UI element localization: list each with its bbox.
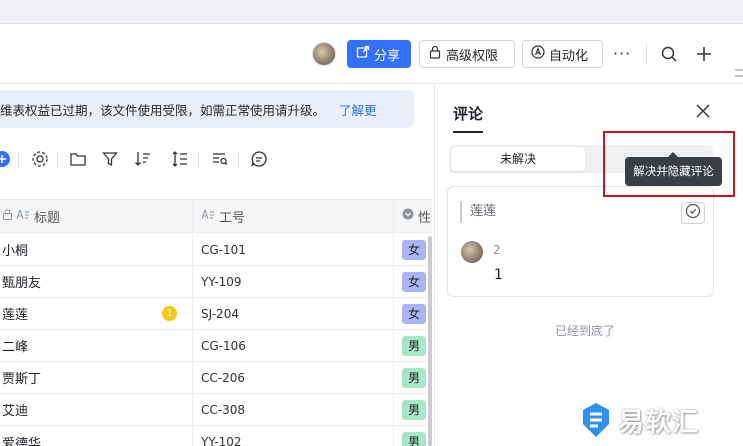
column-header-id[interactable]: 工号 — [193, 200, 394, 232]
check-circle-icon — [685, 203, 701, 223]
settings-icon[interactable] — [30, 149, 50, 169]
column-title-label: 标题 — [34, 210, 61, 226]
comments-panel-title: 评论 — [453, 105, 484, 123]
table-header-row: 标题 工号 性 — [0, 199, 432, 233]
gender-tag: 男 — [402, 432, 426, 446]
user-avatar[interactable] — [312, 42, 336, 66]
find-icon[interactable] — [210, 149, 230, 169]
cell-title[interactable]: 小桐 — [0, 234, 193, 265]
learn-more-link[interactable]: 了解更 — [339, 100, 377, 119]
search-icon[interactable] — [657, 42, 681, 66]
end-of-list-text: 已经到底了 — [554, 324, 615, 338]
commenter-name: 2 — [493, 243, 501, 257]
more-menu-button[interactable]: ··· — [613, 44, 631, 63]
toolbar-divider — [18, 153, 19, 167]
gender-tag: 女 — [402, 239, 426, 260]
cell-title-text: 莲莲 — [2, 308, 29, 323]
column-header-gender[interactable]: 性 — [394, 200, 432, 232]
notice-text: 维表权益已过期，该文件使用受限，如需正常使用请升级。 — [0, 102, 326, 118]
resolve-tooltip: 解决并隐藏评论 — [625, 157, 722, 186]
cell-title[interactable]: 莲莲 1 — [0, 298, 193, 329]
comment-count-badge[interactable]: 1 — [162, 306, 177, 321]
expired-notice-banner: 维表权益已过期，该文件使用受限，如需正常使用请升级。 了解更 — [0, 90, 414, 128]
sort-icon[interactable] — [133, 149, 153, 169]
toolbar-divider — [57, 153, 58, 167]
comment-card[interactable]: 莲莲 2 1 — [447, 186, 714, 297]
text-field-icon — [16, 207, 30, 224]
comments-tab-indicator — [453, 131, 483, 133]
cell-title[interactable]: 贾斯丁 — [0, 362, 193, 393]
gender-tag: 女 — [402, 271, 426, 292]
cell-title[interactable]: 爱德华 — [0, 426, 193, 446]
automation-icon — [531, 45, 545, 63]
table-row[interactable]: 艾迪 CC-308 男 — [0, 394, 432, 426]
resolve-comment-button[interactable] — [681, 202, 705, 224]
column-header-title[interactable]: 标题 — [0, 200, 193, 232]
cell-id[interactable]: CC-308 — [193, 394, 394, 425]
cell-title[interactable]: 艾迪 — [0, 394, 193, 425]
cell-id[interactable]: YY-109 — [193, 266, 394, 297]
comment-quote: 莲莲 — [460, 201, 496, 223]
cell-id[interactable]: SJ-204 — [193, 298, 394, 329]
cell-gender[interactable]: 男 — [394, 426, 430, 446]
column-id-label: 工号 — [219, 210, 246, 226]
brand-logo: 易软汇 — [582, 400, 699, 440]
cell-id[interactable]: YY-102 — [193, 426, 394, 446]
automation-button[interactable]: 自动化 — [522, 40, 603, 68]
cell-gender[interactable]: 男 — [394, 394, 430, 425]
comment-text: 1 — [494, 267, 503, 283]
table-toolbar — [0, 144, 430, 174]
folder-icon[interactable] — [68, 149, 88, 169]
cell-gender[interactable]: 女 — [394, 266, 430, 297]
comment-icon[interactable] — [249, 149, 269, 169]
share-icon — [356, 45, 370, 63]
cell-id[interactable]: CG-101 — [193, 234, 394, 265]
cell-gender[interactable]: 女 — [394, 298, 430, 329]
share-label: 分享 — [374, 48, 401, 64]
header-divider — [646, 44, 647, 64]
tab-unresolved[interactable]: 未解决 — [451, 147, 585, 171]
cell-gender[interactable]: 女 — [394, 234, 430, 265]
gender-tag: 女 — [402, 303, 426, 324]
column-gender-label: 性 — [418, 210, 432, 226]
advanced-permission-label: 高级权限 — [446, 48, 499, 64]
cell-title[interactable]: 甄朋友 — [0, 266, 193, 297]
cell-gender[interactable]: 男 — [394, 330, 430, 361]
single-select-icon — [402, 208, 414, 224]
add-record-icon[interactable] — [0, 149, 12, 169]
toolbar-divider — [198, 153, 199, 167]
table-row[interactable]: 二峰 CG-106 男 — [0, 330, 432, 362]
side-scroll-strip — [735, 24, 743, 84]
advanced-permission-button[interactable]: 高级权限 — [419, 40, 515, 68]
close-icon[interactable] — [693, 101, 713, 121]
brand-logo-text: 易软汇 — [618, 407, 700, 438]
gender-tag: 男 — [402, 335, 426, 356]
cell-id[interactable]: CG-106 — [193, 330, 394, 361]
row-height-icon[interactable] — [170, 149, 190, 169]
cell-title[interactable]: 二峰 — [0, 330, 193, 361]
commenter-avatar — [461, 241, 483, 263]
table-row[interactable]: 贾斯丁 CC-206 男 — [0, 362, 432, 394]
lock-icon — [428, 45, 442, 63]
table-scrollbar[interactable] — [428, 236, 432, 446]
filter-icon[interactable] — [100, 149, 120, 169]
cell-gender[interactable]: 男 — [394, 362, 430, 393]
table-row[interactable]: 小桐 CG-101 女 — [0, 234, 432, 266]
table-row[interactable]: 莲莲 1 SJ-204 女 — [0, 298, 432, 330]
toolbar-divider — [238, 153, 239, 167]
table-row[interactable]: 甄朋友 YY-109 女 — [0, 266, 432, 298]
text-field-icon — [201, 207, 215, 224]
automation-label: 自动化 — [549, 48, 589, 64]
share-button[interactable]: 分享 — [347, 40, 411, 68]
browser-top-strip — [0, 0, 743, 24]
lock-icon — [2, 208, 13, 224]
gender-tag: 男 — [402, 399, 426, 420]
brand-logo-icon — [582, 402, 610, 438]
table-row[interactable]: 爱德华 YY-102 男 — [0, 426, 432, 446]
add-icon[interactable] — [692, 42, 716, 66]
gender-tag: 男 — [402, 367, 426, 388]
cell-id[interactable]: CC-206 — [193, 362, 394, 393]
